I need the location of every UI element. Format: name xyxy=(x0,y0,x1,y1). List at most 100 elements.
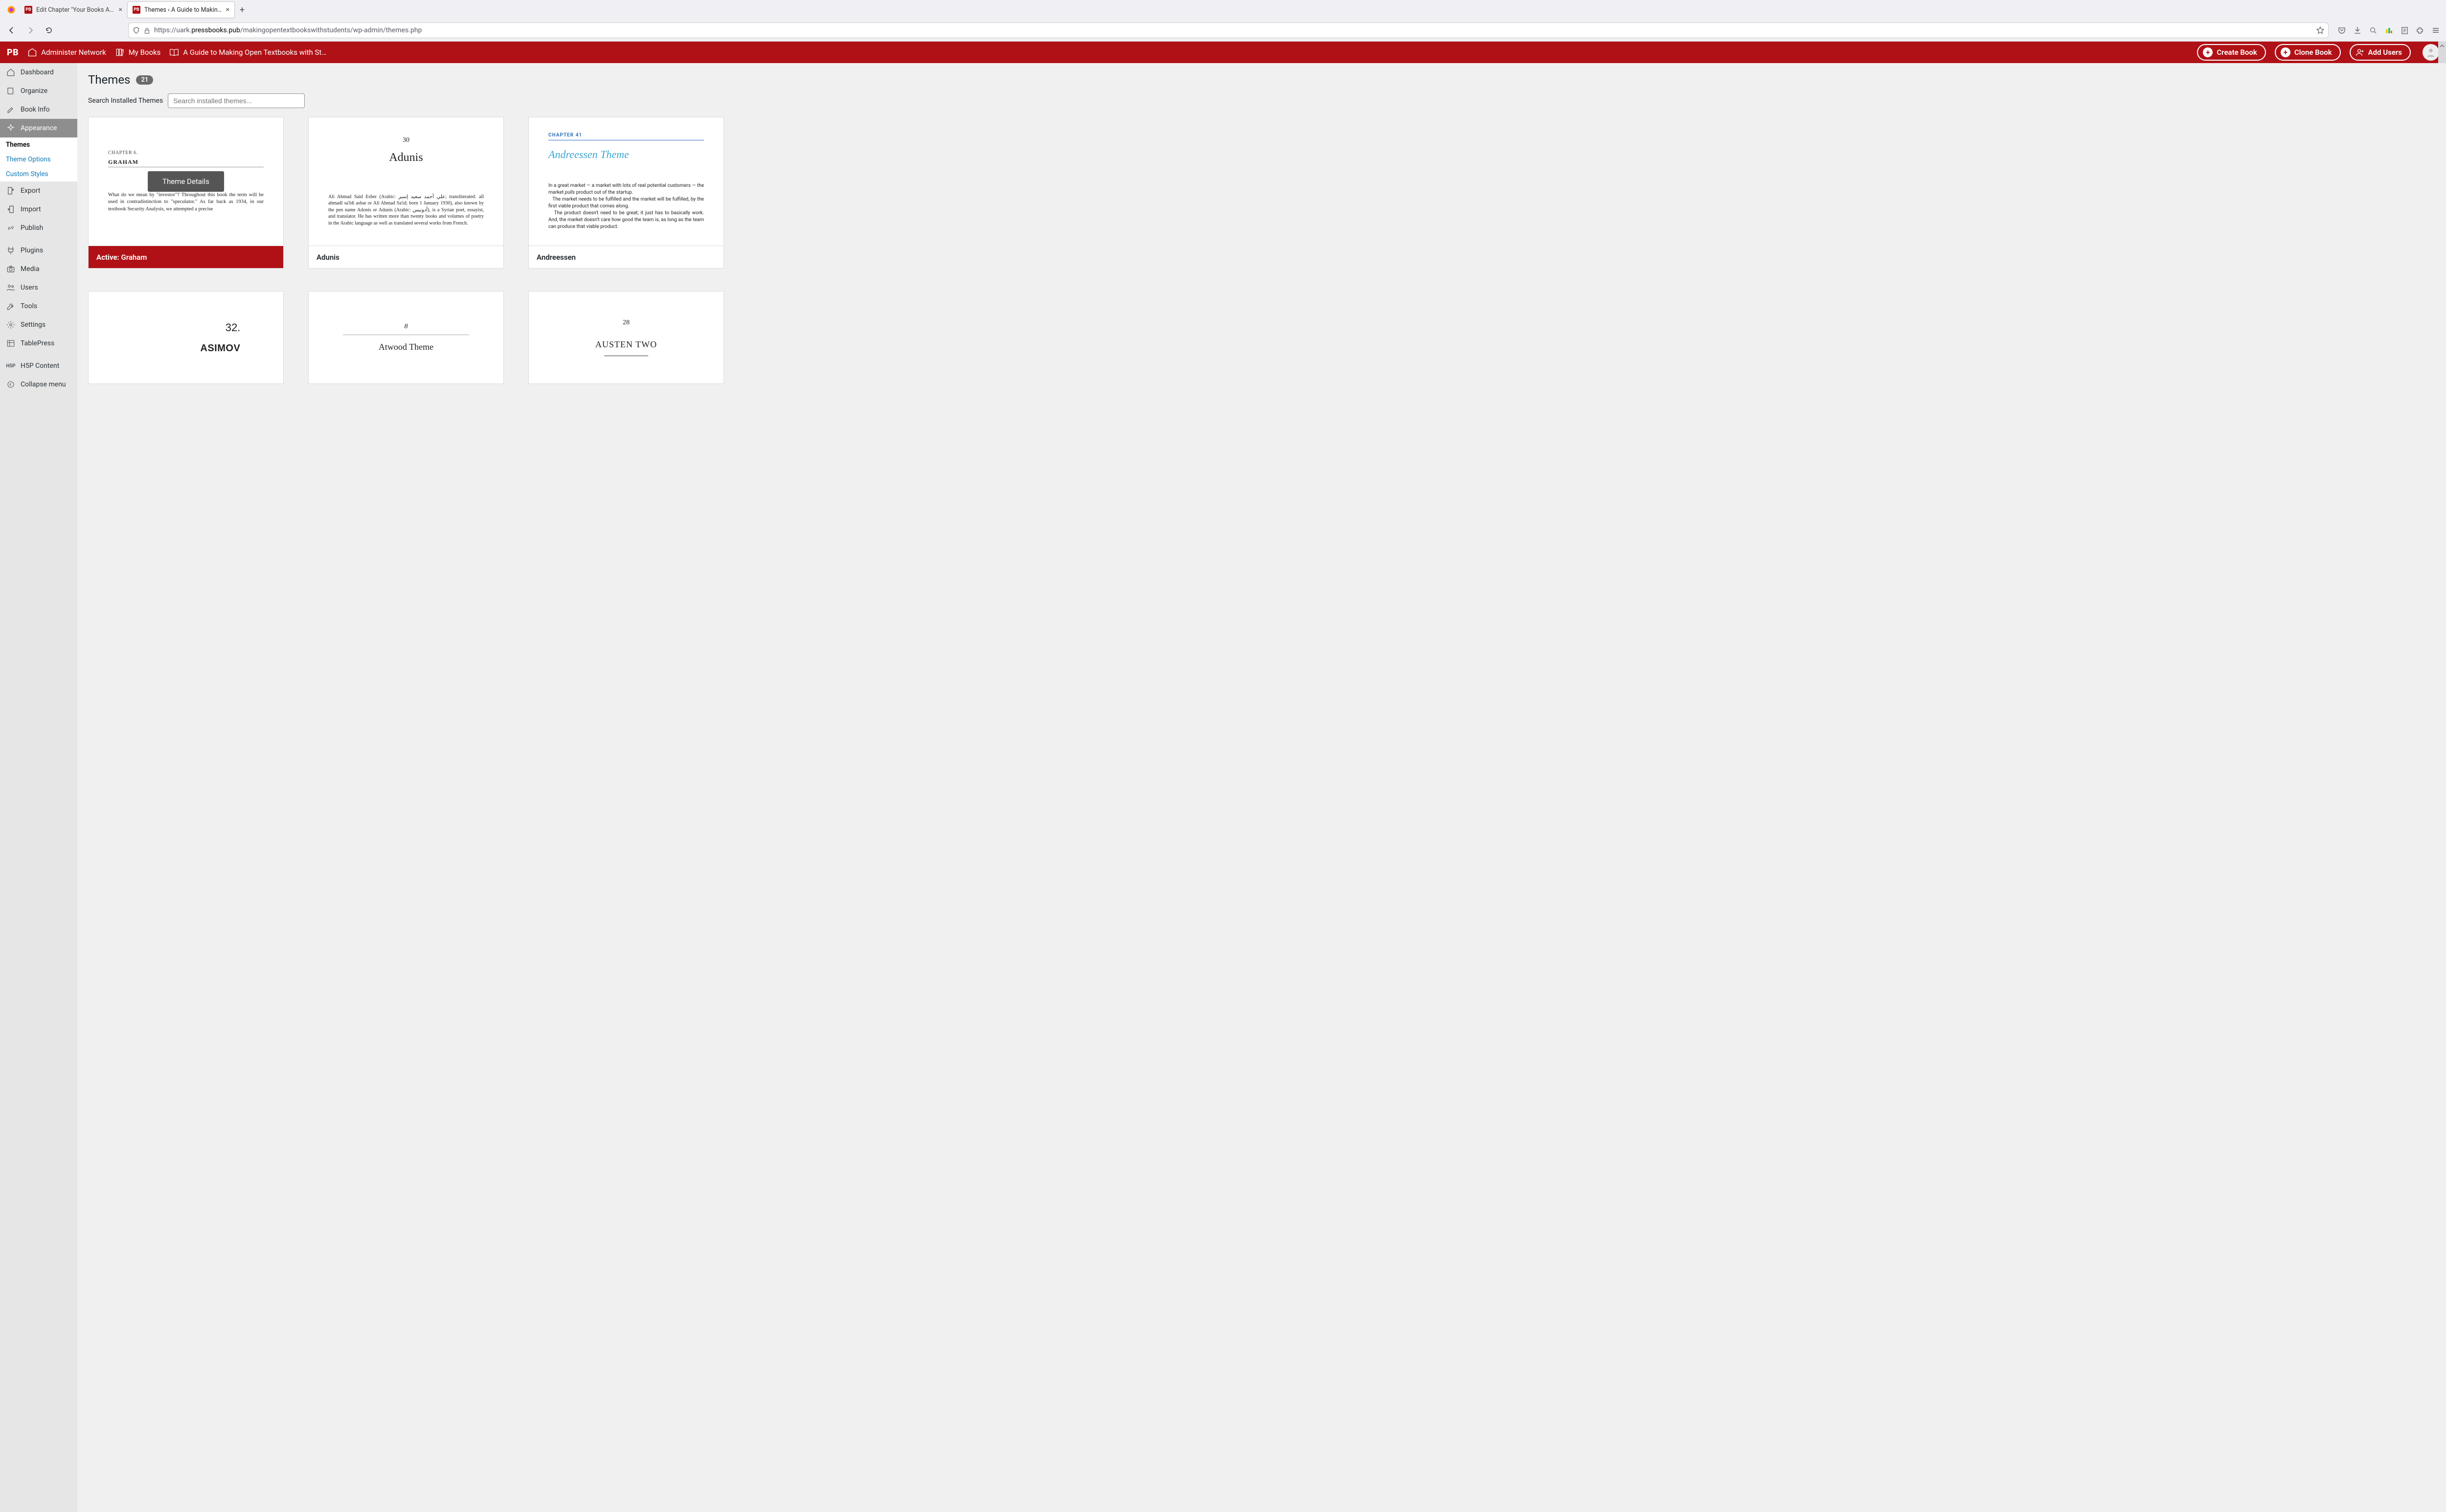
building-icon xyxy=(27,47,37,57)
sidebar-item-media[interactable]: Media xyxy=(0,260,77,278)
theme-preview: 30 Adunis Ali Ahmad Said Esber (Arabic: … xyxy=(309,117,503,246)
theme-card-adunis[interactable]: 30 Adunis Ali Ahmad Said Esber (Arabic: … xyxy=(308,117,504,269)
lock-icon xyxy=(144,27,150,34)
favicon-icon: PB xyxy=(133,6,140,14)
browser-chrome: PB Edit Chapter "Your Books Appea × PB T… xyxy=(0,0,2446,42)
search-row: Search Installed Themes xyxy=(88,93,2435,108)
sidebar-item-book-info[interactable]: Book Info xyxy=(0,100,77,119)
sidebar-item-settings[interactable]: Settings xyxy=(0,316,77,334)
add-users-button[interactable]: Add Users xyxy=(2350,44,2411,61)
toolbar-actions xyxy=(2337,26,2440,35)
theme-count-badge: 21 xyxy=(136,75,153,85)
page-header: Themes 21 xyxy=(88,73,2435,87)
sidebar-item-users[interactable]: Users xyxy=(0,278,77,297)
create-book-button[interactable]: + Create Book xyxy=(2197,44,2265,61)
search-label: Search Installed Themes xyxy=(88,97,163,105)
reader-icon[interactable] xyxy=(2400,26,2409,35)
close-icon[interactable]: × xyxy=(226,6,229,14)
arrow-left-icon xyxy=(8,26,16,34)
home-icon xyxy=(6,68,16,77)
users-icon xyxy=(6,283,16,293)
books-icon xyxy=(115,47,125,57)
admin-sidebar: Dashboard Organize Book Info Appearance … xyxy=(0,63,77,1512)
theme-preview: 32. ASIMOV xyxy=(89,292,283,384)
sidebar-item-plugins[interactable]: Plugins xyxy=(0,241,77,260)
pressbooks-logo[interactable]: PB xyxy=(7,47,19,58)
reload-icon xyxy=(45,26,53,34)
sidebar-item-h5p[interactable]: H5PH5P Content xyxy=(0,357,77,375)
pocket-icon[interactable] xyxy=(2337,26,2346,35)
my-books-link[interactable]: My Books xyxy=(115,47,161,57)
back-button[interactable] xyxy=(4,23,20,38)
theme-preview: CHAPTER 41 Andreessen Theme In a great m… xyxy=(529,117,724,246)
theme-preview: 8 Atwood Theme xyxy=(309,292,503,384)
book-icon xyxy=(6,86,16,96)
arrow-right-icon xyxy=(26,26,34,34)
firefox-icon xyxy=(7,5,16,14)
forward-button[interactable] xyxy=(23,23,38,38)
app-menu-icon[interactable] xyxy=(2431,26,2440,35)
submenu-custom-styles[interactable]: Custom Styles xyxy=(0,167,77,181)
chevron-up-icon xyxy=(2440,44,2445,48)
search-input[interactable] xyxy=(168,93,305,108)
sidebar-item-publish[interactable]: Publish xyxy=(0,219,77,237)
browser-tab[interactable]: PB Themes ‹ A Guide to Making O × xyxy=(127,1,235,18)
theme-preview: CHAPTER 6. GRAHAM What do we mean by "in… xyxy=(89,117,283,246)
tab-strip: PB Edit Chapter "Your Books Appea × PB T… xyxy=(0,0,2446,20)
theme-card-atwood[interactable]: 8 Atwood Theme xyxy=(308,291,504,384)
user-avatar[interactable] xyxy=(2423,44,2439,61)
link-icon xyxy=(6,223,16,233)
theme-details-button[interactable]: Theme Details xyxy=(148,171,224,192)
page-title: Themes xyxy=(88,73,130,87)
theme-footer: Active: Graham xyxy=(89,246,283,268)
new-tab-button[interactable]: + xyxy=(235,5,249,15)
submenu-theme-options[interactable]: Theme Options xyxy=(0,152,77,167)
sidebar-item-import[interactable]: Import xyxy=(0,200,77,219)
edit-icon xyxy=(6,105,16,114)
url-bar[interactable]: https://uark.pressbooks.pub/makingopente… xyxy=(128,23,2329,38)
camera-icon xyxy=(6,264,16,274)
plug-icon xyxy=(6,246,16,255)
admin-network-link[interactable]: Administer Network xyxy=(27,47,106,57)
close-icon[interactable]: × xyxy=(119,6,122,14)
zoom-icon[interactable] xyxy=(2369,26,2378,35)
theme-card-graham[interactable]: CHAPTER 6. GRAHAM What do we mean by "in… xyxy=(88,117,284,269)
shield-icon xyxy=(133,27,140,34)
extension-icon[interactable] xyxy=(2384,26,2393,35)
extensions-icon[interactable] xyxy=(2416,26,2424,35)
firefox-menu-button[interactable] xyxy=(3,1,20,18)
user-plus-icon xyxy=(2355,48,2364,57)
appearance-submenu: Themes Theme Options Custom Styles xyxy=(0,137,77,181)
sidebar-item-appearance[interactable]: Appearance xyxy=(0,119,77,137)
theme-card-andreessen[interactable]: CHAPTER 41 Andreessen Theme In a great m… xyxy=(528,117,724,269)
scroll-up-indicator[interactable] xyxy=(2438,42,2446,63)
current-book-link[interactable]: A Guide to Making Open Textbooks with St… xyxy=(169,47,326,57)
sidebar-item-tools[interactable]: Tools xyxy=(0,297,77,316)
browser-tab[interactable]: PB Edit Chapter "Your Books Appea × xyxy=(20,1,127,18)
theme-card-austen-two[interactable]: 28 AUSTEN TWO xyxy=(528,291,724,384)
url-text: https://uark.pressbooks.pub/makingopente… xyxy=(154,26,2312,34)
sidebar-item-organize[interactable]: Organize xyxy=(0,82,77,100)
clone-book-button[interactable]: + Clone Book xyxy=(2275,44,2341,61)
sidebar-item-export[interactable]: Export xyxy=(0,181,77,200)
tab-title: Edit Chapter "Your Books Appea xyxy=(36,6,115,14)
download-icon[interactable] xyxy=(2353,26,2362,35)
theme-card-asimov[interactable]: 32. ASIMOV xyxy=(88,291,284,384)
submenu-themes[interactable]: Themes xyxy=(0,137,77,152)
bookmark-star-icon[interactable] xyxy=(2316,26,2324,34)
table-icon xyxy=(6,339,16,348)
open-book-icon xyxy=(169,47,179,57)
sidebar-item-tablepress[interactable]: TablePress xyxy=(0,334,77,353)
plus-icon: + xyxy=(2203,47,2213,57)
sidebar-item-dashboard[interactable]: Dashboard xyxy=(0,63,77,82)
h5p-icon: H5P xyxy=(6,361,16,371)
tab-title: Themes ‹ A Guide to Making O xyxy=(144,6,222,14)
sparkle-icon xyxy=(6,123,16,133)
gear-icon xyxy=(6,320,16,330)
reload-button[interactable] xyxy=(41,23,57,38)
avatar-icon xyxy=(2425,47,2436,58)
content-area: Themes 21 Search Installed Themes CHAPTE… xyxy=(77,63,2446,1512)
export-icon xyxy=(6,186,16,196)
sidebar-item-collapse[interactable]: Collapse menu xyxy=(0,375,77,394)
theme-footer: Adunis xyxy=(309,246,503,268)
